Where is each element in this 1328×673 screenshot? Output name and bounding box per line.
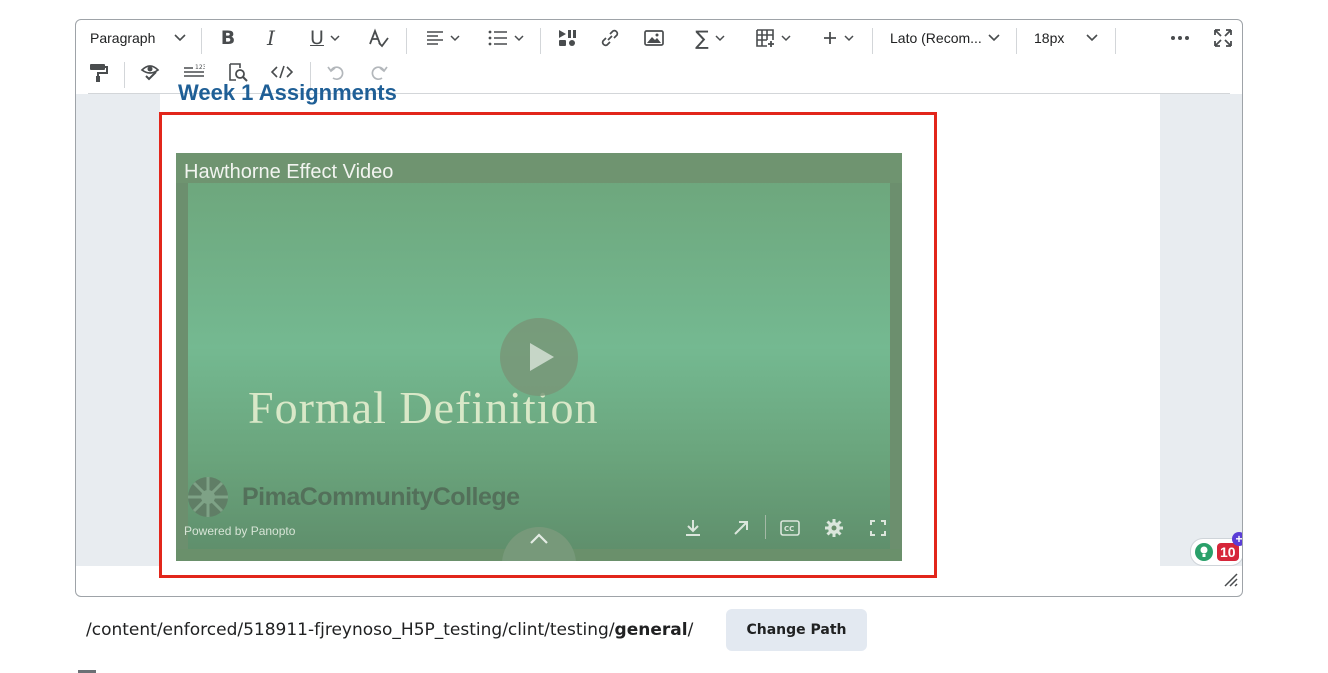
format-painter-icon [90,64,108,82]
list-dropdown[interactable] [485,24,527,52]
chevron-down-icon [844,34,854,41]
lightbulb-icon [1195,543,1213,561]
undo-icon [327,66,344,81]
toolbar-divider [540,28,541,54]
fullscreen-icon [870,520,886,536]
video-fullscreen-button[interactable] [865,515,891,541]
equation-icon: ∑ [695,26,709,50]
toolbar-divider [201,28,202,54]
chevron-down-icon [330,34,340,41]
align-left-icon [427,31,443,45]
find-replace-icon [229,63,248,82]
video-settings-button[interactable] [821,515,847,541]
align-dropdown[interactable] [422,24,464,52]
document-page[interactable]: Week 1 Assignments Formal Definition Haw… [159,80,1160,578]
insert-link-button[interactable] [596,24,624,52]
bold-button[interactable]: B [214,24,242,52]
equation-dropdown[interactable]: ∑ [688,24,732,52]
insert-stuff-dropdown[interactable] [816,24,860,52]
plus-icon [824,32,836,44]
powered-by-text: Powered by Panopto [184,524,296,538]
toolbar-divider [1115,28,1116,54]
chevron-down-icon [174,34,186,42]
path-prefix: /content/enforced/518911-fjreynoso_H5P_t… [86,620,615,640]
toolbar-divider [1016,28,1017,54]
bold-icon: B [220,27,236,49]
html-editor: Paragraph B I U ∑ Lato (Recom... 18px 12… [75,19,1243,597]
play-icon [530,343,554,371]
download-button[interactable] [680,515,706,541]
font-family-dropdown[interactable]: Lato (Recom... [886,24,1004,52]
more-icon [1171,36,1189,40]
format-painter-button[interactable] [84,58,112,86]
image-icon [644,30,664,46]
italic-button[interactable]: I [257,24,285,52]
toolbar-divider [124,62,125,88]
download-icon [686,520,700,536]
list-icon [488,30,507,46]
toolbar-divider [406,28,407,54]
external-link-icon [734,521,748,535]
redo-icon [371,66,388,81]
text-color-button[interactable] [364,24,392,52]
path-bold-segment: general [614,620,688,640]
resize-handle[interactable] [1224,573,1238,592]
video-control-divider [765,515,766,539]
font-size-dropdown[interactable]: 18px [1030,24,1102,52]
table-dropdown[interactable] [751,24,795,52]
link-icon [601,29,619,47]
college-logo-text: PimaCommunityCollege [242,482,520,511]
font-size-label: 18px [1034,30,1065,46]
toolbar-row-1: Paragraph B I U ∑ Lato (Recom... 18px [76,24,1242,58]
captions-icon: CC [780,520,800,536]
svg-text:123: 123 [195,64,205,71]
paragraph-format-label: Paragraph [90,30,156,46]
table-icon [756,29,774,47]
embedded-video-player[interactable]: Formal Definition Hawthorne Effect Video… [176,153,902,561]
svg-text:CC: CC [784,525,794,533]
assistant-badge[interactable]: 10 + [1190,532,1242,566]
resize-icon [1224,573,1238,587]
editor-content-area[interactable]: Week 1 Assignments Formal Definition Haw… [76,80,1242,578]
captions-button[interactable]: CC [777,515,803,541]
more-actions-button[interactable] [1166,24,1194,52]
chevron-up-icon [530,533,548,544]
accessibility-check-icon [140,65,160,81]
paragraph-format-dropdown[interactable]: Paragraph [86,24,190,52]
content-path: /content/enforced/518911-fjreynoso_H5P_t… [86,620,693,640]
font-family-label: Lato (Recom... [890,30,982,46]
chevron-down-icon [450,34,460,41]
insert-media-button[interactable] [553,24,581,52]
chevron-down-icon [781,34,791,41]
change-path-button[interactable]: Change Path [726,609,867,651]
play-button[interactable] [500,318,578,396]
page-heading: Week 1 Assignments [178,80,397,105]
chevron-down-icon [514,34,524,41]
underline-button[interactable]: U [302,24,348,52]
toolbar-divider [872,28,873,54]
plus-icon: + [1232,532,1242,546]
gear-icon [825,519,843,537]
college-logo-icon [188,477,228,517]
word-count-icon: 123 [184,64,205,77]
italic-icon: I [267,26,275,50]
insert-image-button[interactable] [640,24,668,52]
underline-icon: U [310,27,324,49]
chevron-down-icon [1086,34,1098,42]
fullscreen-button[interactable] [1209,24,1237,52]
chevron-down-icon [715,34,725,41]
source-code-icon [271,65,293,79]
video-title: Hawthorne Effect Video [184,161,394,183]
open-external-button[interactable] [728,515,754,541]
text-color-icon [369,28,389,48]
media-icon [559,30,576,46]
fullscreen-icon [1214,29,1232,47]
chevron-down-icon [988,34,1000,42]
accessibility-checker-button[interactable] [136,58,164,86]
path-suffix: / [687,620,694,640]
college-logo: PimaCommunityCollege [184,473,520,521]
